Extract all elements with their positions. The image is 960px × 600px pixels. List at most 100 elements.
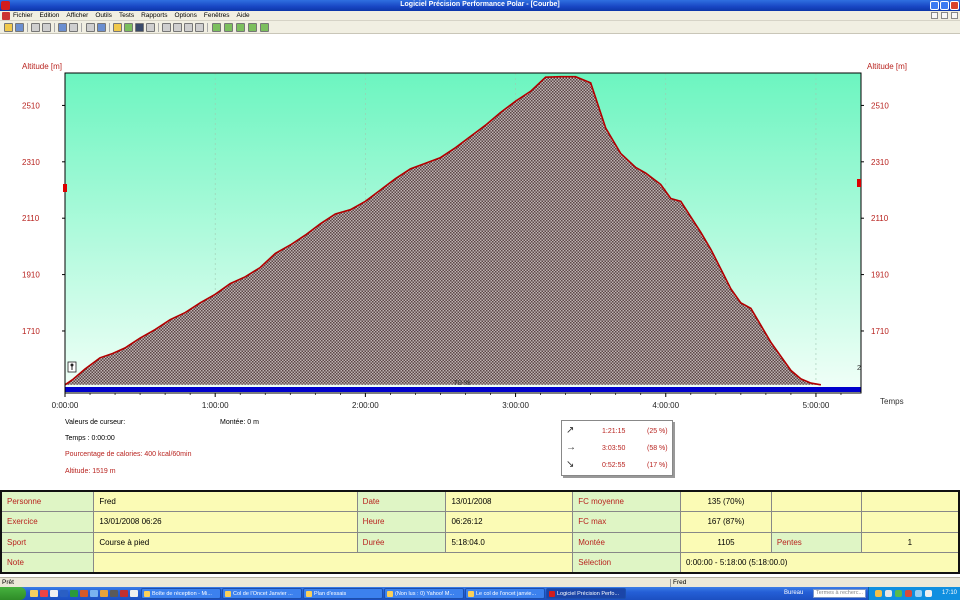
task-button[interactable]: (Non lus : 0) Yahoo! M... bbox=[384, 588, 464, 599]
menu-rapports[interactable]: Rapports bbox=[141, 12, 167, 19]
menu-fichier[interactable]: Fichier bbox=[13, 12, 33, 19]
pentes-value[interactable]: 1 bbox=[860, 531, 960, 553]
menu-afficher[interactable]: Afficher bbox=[66, 12, 88, 19]
slope-up-pct: (25 %) bbox=[647, 428, 668, 435]
menu-tests[interactable]: Tests bbox=[119, 12, 134, 19]
graph-up-icon[interactable] bbox=[260, 23, 269, 32]
montee-value[interactable]: 1105 bbox=[680, 531, 772, 553]
selection-value[interactable]: 0:00:00 - 5:18:00 (5:18:00.0) bbox=[680, 552, 960, 574]
task-button[interactable]: Le col de l'oncet janvie... bbox=[465, 588, 545, 599]
clock[interactable]: 17:10 bbox=[942, 590, 957, 596]
quicklaunch-icon[interactable] bbox=[30, 590, 38, 597]
table-row: Note Sélection 0:00:00 - 5:18:00 (5:18:0… bbox=[0, 552, 960, 574]
mdi-minimize-button[interactable] bbox=[931, 12, 938, 19]
taskbar-search-input[interactable]: Termes à recherc... bbox=[813, 589, 866, 598]
fc-max-value[interactable]: 167 (87%) bbox=[680, 511, 772, 533]
task-button[interactable]: Col de l'Oncet Janvier ... bbox=[222, 588, 302, 599]
quicklaunch-icon[interactable] bbox=[90, 590, 98, 597]
y-tick-label: 2110 bbox=[22, 214, 40, 223]
save-icon[interactable] bbox=[15, 23, 24, 32]
down-arrow-icon: ↘ bbox=[566, 459, 575, 470]
menu-outils[interactable]: Outils bbox=[95, 12, 112, 19]
word-icon[interactable] bbox=[60, 590, 68, 597]
quicklaunch-icon[interactable] bbox=[120, 590, 128, 597]
right-scroll-marker[interactable] bbox=[857, 179, 861, 187]
heart-icon[interactable] bbox=[58, 23, 67, 32]
heure-label: Heure bbox=[356, 511, 447, 533]
quicklaunch-icon[interactable] bbox=[100, 590, 108, 597]
y-axis-left-label: Altitude [m] bbox=[22, 62, 62, 71]
print-icon[interactable] bbox=[31, 23, 40, 32]
quicklaunch-icon[interactable] bbox=[80, 590, 88, 597]
fc-moyenne-value[interactable]: 135 (70%) bbox=[680, 490, 772, 512]
copy-icon[interactable] bbox=[42, 23, 51, 32]
altitude-chart-svg[interactable]: 70 % 17101910211023102510 17101910211023… bbox=[0, 34, 960, 414]
menu-fenetres[interactable]: Fenêtres bbox=[204, 12, 230, 19]
tray-icon[interactable] bbox=[875, 590, 882, 597]
tray-icon[interactable] bbox=[895, 590, 902, 597]
minimize-button[interactable] bbox=[930, 1, 939, 10]
exercice-value[interactable]: 13/01/2008 06:26 bbox=[93, 511, 358, 533]
mdi-restore-button[interactable] bbox=[941, 12, 948, 19]
up-arrow-icon: ↗ bbox=[566, 425, 575, 436]
bar-chart-icon[interactable] bbox=[124, 23, 133, 32]
quicklaunch-icon[interactable] bbox=[40, 590, 48, 597]
montee-label: Montée bbox=[572, 531, 682, 553]
runner-icon[interactable] bbox=[67, 361, 77, 373]
graph-down-icon[interactable] bbox=[248, 23, 257, 32]
menu-edition[interactable]: Edition bbox=[40, 12, 60, 19]
graph-edit-icon[interactable] bbox=[224, 23, 233, 32]
task-button-active[interactable]: Logiciel Précision Perfo... bbox=[546, 588, 626, 599]
close-button[interactable] bbox=[950, 1, 959, 10]
desktop-toolbar-label[interactable]: Bureau bbox=[784, 590, 803, 596]
note-value[interactable] bbox=[93, 552, 574, 574]
menu-aide[interactable]: Aide bbox=[237, 12, 250, 19]
duree-value[interactable]: 5:18:04.0 bbox=[445, 531, 574, 553]
folder-icon[interactable] bbox=[97, 23, 106, 32]
quicklaunch-icon[interactable] bbox=[130, 590, 138, 597]
grid-icon[interactable] bbox=[146, 23, 155, 32]
graph-icon[interactable] bbox=[212, 23, 221, 32]
tray-icon[interactable] bbox=[925, 590, 932, 597]
sport-label: Sport bbox=[0, 531, 95, 553]
x-axis: 0:00:00 1:00:00 2:00:00 3:00:00 4:00:00 5:00:… bbox=[52, 393, 842, 410]
y-axis-right: 1710 1910 2110 2310 2510 bbox=[861, 101, 889, 336]
menu-bar: Fichier Edition Afficher Outils Tests Ra… bbox=[0, 11, 960, 21]
zoom-out-icon[interactable] bbox=[184, 23, 193, 32]
image-icon[interactable] bbox=[195, 23, 204, 32]
tools-icon[interactable] bbox=[69, 23, 78, 32]
task-button[interactable]: Boîte de réception - Mi... bbox=[141, 588, 221, 599]
x-axis-label: Temps bbox=[880, 397, 904, 406]
maximize-button[interactable] bbox=[940, 1, 949, 10]
zoom-in-icon[interactable] bbox=[173, 23, 182, 32]
date-label: Date bbox=[356, 490, 447, 512]
exercise-summary: Personne Fred Date 13/01/2008 FC moyenne… bbox=[0, 490, 960, 574]
graph-plus-icon[interactable] bbox=[236, 23, 245, 32]
start-button[interactable] bbox=[0, 587, 26, 600]
slope-row-down: ↘ 0:52:55 (17 %) bbox=[562, 458, 674, 473]
quicklaunch-icon[interactable] bbox=[50, 590, 58, 597]
left-scroll-marker[interactable] bbox=[63, 184, 67, 192]
toolbar bbox=[0, 21, 960, 34]
empty-cell bbox=[770, 490, 862, 512]
mdi-close-button[interactable] bbox=[951, 12, 958, 19]
heure-value[interactable]: 06:26:12 bbox=[445, 511, 574, 533]
personne-value[interactable]: Fred bbox=[93, 490, 358, 512]
tray-icon[interactable] bbox=[885, 590, 892, 597]
task-button[interactable]: Plan d'essais bbox=[303, 588, 383, 599]
menu-options[interactable]: Options bbox=[174, 12, 196, 19]
tray-icon[interactable] bbox=[905, 590, 912, 597]
quicklaunch-icon[interactable] bbox=[110, 590, 118, 597]
open-icon[interactable] bbox=[4, 23, 13, 32]
tray-icon[interactable] bbox=[915, 590, 922, 597]
zoom-icon[interactable] bbox=[162, 23, 171, 32]
sport-value[interactable]: Course à pied bbox=[93, 531, 358, 553]
document-icon[interactable] bbox=[2, 12, 10, 20]
folder-icon bbox=[225, 591, 231, 597]
table-icon[interactable] bbox=[135, 23, 144, 32]
date-value[interactable]: 13/01/2008 bbox=[445, 490, 574, 512]
chart-icon[interactable] bbox=[113, 23, 122, 32]
empty-cell bbox=[770, 511, 862, 533]
calendar-icon[interactable] bbox=[86, 23, 95, 32]
excel-icon[interactable] bbox=[70, 590, 78, 597]
